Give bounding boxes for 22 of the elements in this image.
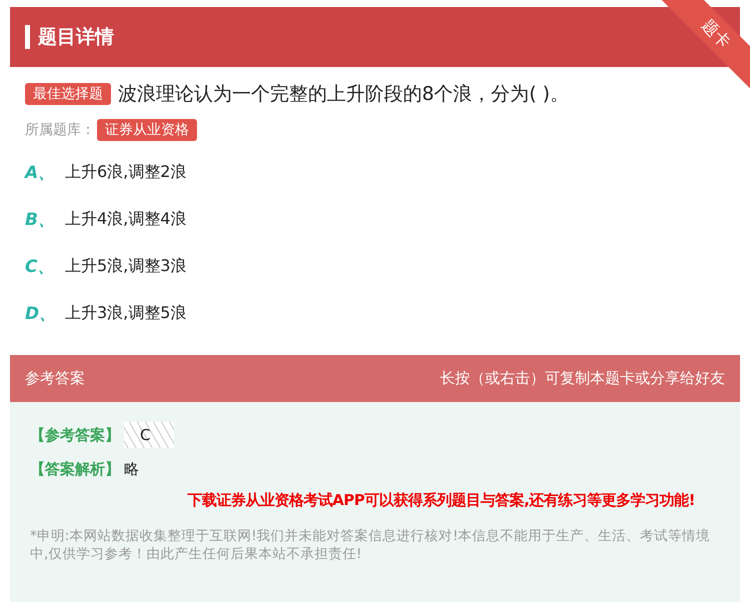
title-marker <box>25 25 30 49</box>
disclaimer-text: *申明:本网站数据收集整理于互联网!我们并未能对答案信息进行核对!本信息不能用于生产、生活、考试等情境中,仅供学习参考！由此产生任何后果本站不承担责任! <box>30 527 712 563</box>
answer-label: 【参考答案】 <box>30 426 120 444</box>
app-download-link[interactable]: 下载证券从业资格考试APP可以获得系列题目与答案,还有练习等更多学习功能! <box>30 491 725 510</box>
header-title: 题目详情 <box>38 25 114 50</box>
share-hint: 长按（或右击）可复制本题卡或分享给好友 <box>440 369 725 388</box>
answer-image: C <box>124 422 174 448</box>
analysis-label: 【答案解析】 <box>30 460 120 479</box>
option-text: 上升3浪,调整5浪 <box>65 303 186 324</box>
question-type-tag: 最佳选择题 <box>25 83 111 105</box>
question-text: 波浪理论认为一个完整的上升阶段的8个浪，分为( )。 <box>118 82 569 107</box>
answer-panel-title: 参考答案 <box>25 369 85 388</box>
option-text: 上升5浪,调整3浪 <box>65 256 186 277</box>
option-text: 上升4浪,调整4浪 <box>65 209 186 230</box>
option-text: 上升6浪,调整2浪 <box>65 162 186 183</box>
option-letter: A、 <box>25 162 53 184</box>
analysis-text: 略 <box>124 460 139 479</box>
bank-tag[interactable]: 证券从业资格 <box>97 119 197 141</box>
option-letter: B、 <box>25 209 53 231</box>
option-letter: D、 <box>25 303 53 325</box>
option-letter: C、 <box>25 256 53 278</box>
bank-label: 所属题库： <box>25 121 95 139</box>
